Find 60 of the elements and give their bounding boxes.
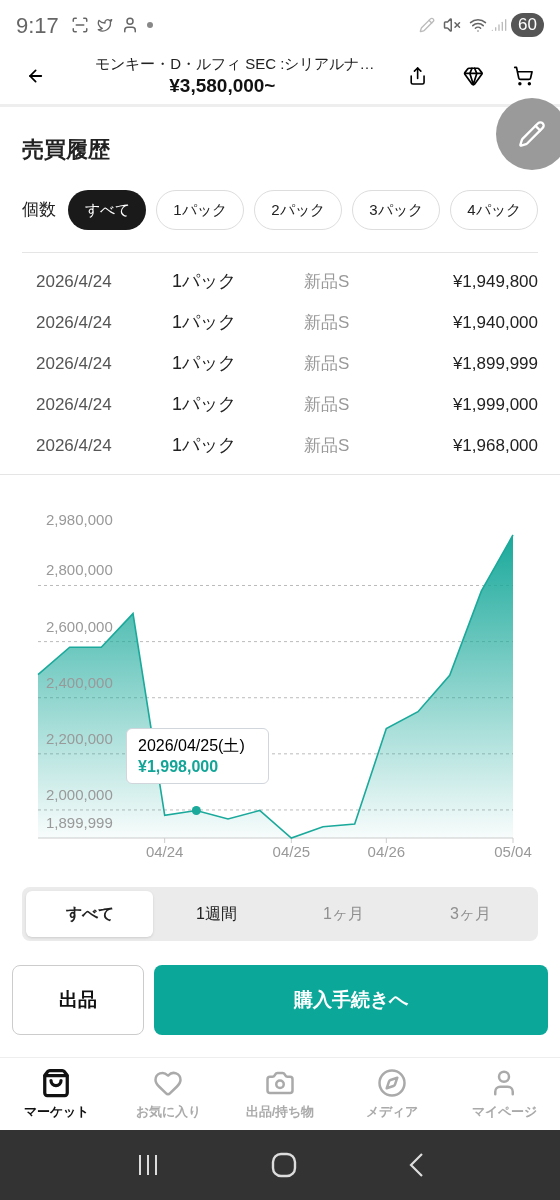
nav-tab[interactable]: マーケット <box>0 1058 112 1130</box>
y-axis-label: 2,600,000 <box>46 617 113 635</box>
table-cell-text: 2026/4/24 <box>35 352 113 375</box>
range-tab[interactable]: 1週間 <box>153 891 280 937</box>
table-cell-text: 2026/4/24 <box>35 270 113 293</box>
x-axis-label: 05/04 <box>494 843 532 860</box>
table-cell-text: 新品S <box>304 352 351 375</box>
x-axis-label: 04/26 <box>367 843 406 860</box>
quantity-filter-chip[interactable]: 3パック <box>352 190 440 230</box>
product-price: ¥3,580,000~ <box>169 74 277 98</box>
quantity-filter-chip[interactable]: 4パック <box>450 190 538 230</box>
table-cell-text: 1パック <box>172 270 237 293</box>
table-cell-text: 新品S <box>304 311 351 334</box>
pen-icon <box>419 17 436 33</box>
table-cell-text: ¥1,899,999 <box>451 352 538 375</box>
table-cell-text: 新品S <box>304 270 351 293</box>
compass-icon <box>377 1068 407 1098</box>
back-nav-icon[interactable] <box>408 1152 425 1178</box>
x-axis-label: 04/24 <box>145 843 184 860</box>
quantity-filter-chip[interactable]: 2パック <box>254 190 342 230</box>
y-axis-label: 2,200,000 <box>46 729 113 747</box>
data-point <box>191 806 201 815</box>
edit-fab[interactable] <box>496 98 560 170</box>
wifi-icon <box>469 16 488 34</box>
quantity-filter-chip[interactable]: 1パック <box>156 190 244 230</box>
table-cell-text: ¥1,968,000 <box>451 434 538 457</box>
mute-icon <box>443 16 462 34</box>
y-axis-label: 1,899,999 <box>46 814 113 831</box>
y-axis-label: 2,400,000 <box>46 673 113 691</box>
filter-label: 個数 <box>22 199 57 222</box>
tooltip-price: ¥1,998,000 <box>138 757 220 777</box>
sell-button[interactable]: 出品 <box>12 965 144 1035</box>
table-cell-text: 1パック <box>172 311 237 334</box>
pencil-icon <box>518 120 546 148</box>
product-title: モンキー・D・ルフィ SEC :シリアルナ… <box>95 54 375 74</box>
screenshot-icon <box>70 16 89 34</box>
table-cell-text: ¥1,949,800 <box>451 270 538 293</box>
table-cell-text: ¥1,940,000 <box>451 311 538 334</box>
table-cell-text: 新品S <box>304 434 351 457</box>
bag-icon <box>41 1068 71 1098</box>
tooltip-date: 2026/04/25(土) <box>138 736 246 756</box>
range-tab[interactable]: すべて <box>26 891 153 937</box>
battery-indicator: 60 <box>511 13 544 37</box>
table-cell-text: 2026/4/24 <box>35 393 113 416</box>
section-title: 売買履歴 <box>22 136 111 164</box>
y-axis-label: 2,000,000 <box>46 785 113 803</box>
x-axis-label: 04/25 <box>272 843 311 860</box>
y-axis-label: 2,980,000 <box>46 511 113 528</box>
table-cell-text: 1パック <box>172 352 237 375</box>
status-time: 9:17 <box>16 11 59 40</box>
table-cell-text: 新品S <box>304 393 351 416</box>
table-cell-text: 2026/4/24 <box>35 311 113 334</box>
table-cell-text: 2026/4/24 <box>35 434 113 457</box>
table-cell-text: 1パック <box>172 434 237 457</box>
quantity-filter-chip[interactable]: すべて <box>68 190 146 230</box>
home-icon[interactable] <box>271 1152 297 1178</box>
y-axis-label: 2,800,000 <box>46 561 113 579</box>
table-cell-text: ¥1,999,000 <box>451 393 538 416</box>
signal-icon <box>491 17 508 33</box>
table-cell-text: 1パック <box>172 393 237 416</box>
